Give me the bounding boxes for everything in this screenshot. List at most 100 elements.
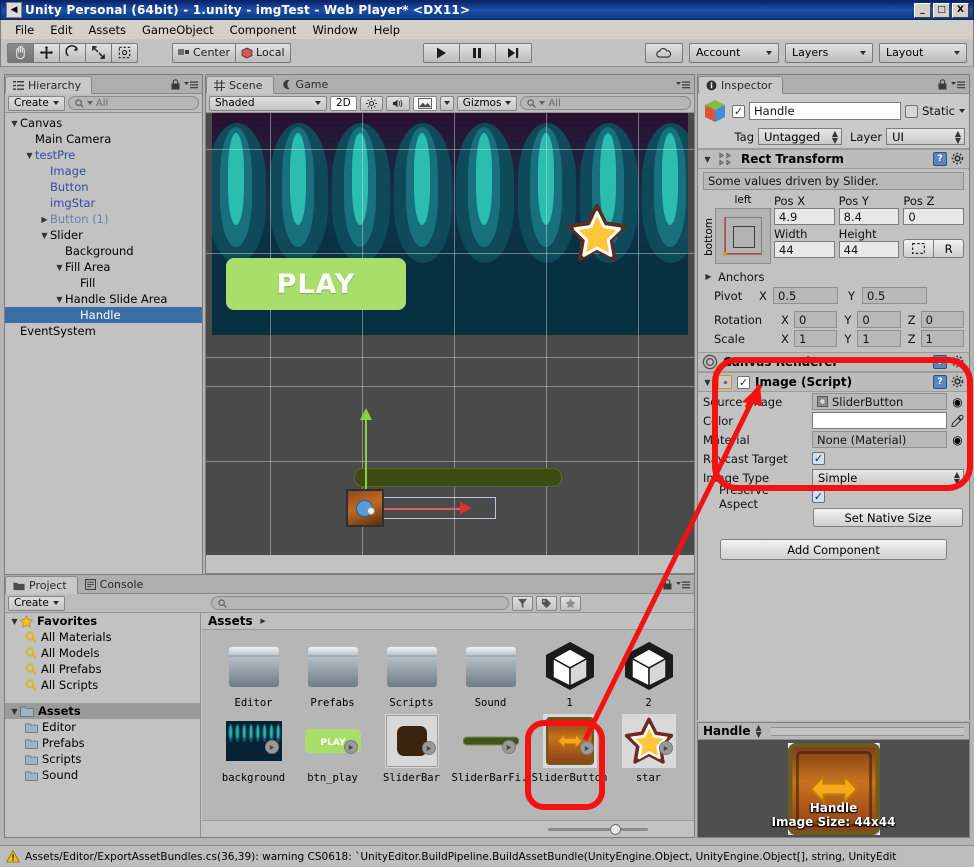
project-tree[interactable]: Favorites All Materials All Models All Pre… xyxy=(5,613,201,837)
source-image-field[interactable]: SliderButton xyxy=(812,393,947,410)
toggle-2d-button[interactable]: 2D xyxy=(330,95,357,111)
assets-root-row[interactable]: Assets xyxy=(5,703,200,719)
layout-dropdown[interactable]: Layout xyxy=(879,42,967,63)
preview-body[interactable]: Handle Image Size: 44x44 xyxy=(698,740,969,837)
project-folder-editor[interactable]: Editor xyxy=(5,719,200,735)
pause-button[interactable] xyxy=(458,42,496,63)
image-script-header[interactable]: ✓ Image (Script) ? xyxy=(698,372,969,392)
filter-label-button[interactable] xyxy=(535,595,557,611)
layer-dropdown[interactable]: UI ▲ ▼ xyxy=(886,128,965,145)
pivot-mode-button[interactable]: Center xyxy=(172,42,237,63)
pivot-x-input[interactable]: 0.5 xyxy=(773,287,838,304)
object-picker-icon[interactable]: ◉ xyxy=(951,395,964,409)
gizmos-dropdown[interactable]: Gizmos xyxy=(456,95,518,111)
hierarchy-item-background[interactable]: Background xyxy=(5,243,202,259)
preview-grip[interactable] xyxy=(770,726,964,736)
hierarchy-item-canvas[interactable]: Canvas xyxy=(5,115,202,131)
minimize-button[interactable]: _ xyxy=(914,2,931,18)
scale-x-input[interactable]: 1 xyxy=(794,330,838,347)
gear-icon[interactable] xyxy=(951,152,965,166)
preserve-aspect-checkbox[interactable]: ✓ xyxy=(812,490,825,503)
project-folder-scripts[interactable]: Scripts xyxy=(5,751,200,767)
rotation-z-input[interactable]: 0 xyxy=(920,311,964,328)
color-swatch[interactable] xyxy=(812,412,947,429)
favorite-button[interactable] xyxy=(559,595,581,611)
thumbnail-size-slider[interactable] xyxy=(202,820,694,837)
tab-game[interactable]: Game xyxy=(274,75,339,93)
move-gizmo-y-axis[interactable] xyxy=(360,408,372,491)
static-checkbox[interactable] xyxy=(905,104,919,118)
foldout-arrow-icon[interactable] xyxy=(54,263,65,272)
scene-audio-toggle[interactable] xyxy=(385,95,410,111)
tab-inspector[interactable]: Inspector xyxy=(698,76,784,94)
asset-preview-button[interactable] xyxy=(421,741,436,755)
rotation-x-input[interactable]: 0 xyxy=(794,311,838,328)
scale-y-input[interactable]: 1 xyxy=(857,330,901,347)
eyedropper-icon[interactable] xyxy=(951,414,964,428)
tab-scene[interactable]: Scene xyxy=(206,76,274,94)
image-type-dropdown[interactable]: Simple ▲ ▼ xyxy=(812,469,964,486)
assets-folder-list[interactable]: Editor Prefabs Scripts Sound xyxy=(5,719,200,783)
asset-item-background[interactable]: background xyxy=(214,713,293,784)
raycast-target-checkbox[interactable]: ✓ xyxy=(812,452,825,465)
rect-tool-icon[interactable] xyxy=(111,42,138,63)
help-icon[interactable]: ? xyxy=(933,152,947,166)
project-content[interactable]: Assets Editor Prefabs Scripts Sound 1 2 backgr… xyxy=(202,613,694,837)
pivot-y-input[interactable]: 0.5 xyxy=(862,287,927,304)
tab-hierarchy[interactable]: Hierarchy xyxy=(5,76,93,94)
asset-preview-button[interactable] xyxy=(264,740,279,754)
hierarchy-item-imgstar[interactable]: imgStar xyxy=(5,195,202,211)
menu-item-file[interactable]: File xyxy=(7,22,42,38)
asset-item-sliderbutton[interactable]: SliderButton xyxy=(530,713,609,784)
scene-slider-bar[interactable] xyxy=(354,468,562,487)
project-folder-sound[interactable]: Sound xyxy=(5,767,200,783)
asset-preview-button[interactable] xyxy=(579,741,594,755)
rotation-y-input[interactable]: 0 xyxy=(857,311,901,328)
tab-project[interactable]: Project xyxy=(5,576,78,594)
menu-item-window[interactable]: Window xyxy=(304,22,365,38)
anchor-preset-widget[interactable] xyxy=(715,208,771,264)
blueprint-mode-button[interactable] xyxy=(903,239,935,258)
pivot-rotation-button[interactable]: Local xyxy=(235,42,291,63)
hierarchy-item-fill-area[interactable]: Fill Area xyxy=(5,259,202,275)
help-icon[interactable]: ? xyxy=(933,375,947,389)
hierarchy-item-handle-slide-area[interactable]: Handle Slide Area xyxy=(5,291,202,307)
rotate-tool-icon[interactable] xyxy=(59,42,86,63)
material-field[interactable]: None (Material) xyxy=(812,431,947,448)
hierarchy-search-input[interactable]: All xyxy=(67,96,199,110)
hierarchy-create-button[interactable]: Create xyxy=(8,95,65,111)
anchors-foldout-icon[interactable] xyxy=(703,272,714,281)
image-enabled-checkbox[interactable]: ✓ xyxy=(737,375,750,389)
asset-grid[interactable]: Editor Prefabs Scripts Sound 1 2 background PLA… xyxy=(202,630,694,788)
gear-icon[interactable] xyxy=(951,375,965,389)
project-create-button[interactable]: Create xyxy=(8,595,65,611)
hierarchy-item-slider[interactable]: Slider xyxy=(5,227,202,243)
pos-x-input[interactable]: 4.9 xyxy=(774,208,835,225)
maximize-button[interactable]: □ xyxy=(933,2,950,18)
account-dropdown[interactable]: Account xyxy=(689,42,779,63)
hierarchy-item-button-1[interactable]: Button (1) xyxy=(5,211,202,227)
set-native-size-button[interactable]: Set Native Size xyxy=(813,508,963,527)
asset-item-2[interactable]: 2 xyxy=(609,638,688,709)
tab-console[interactable]: Console xyxy=(78,575,154,593)
menu-item-component[interactable]: Component xyxy=(222,22,305,38)
canvas-renderer-header[interactable]: Canvas Renderer ? xyxy=(698,352,969,372)
object-name-input[interactable]: Handle xyxy=(749,102,902,120)
asset-item-editor[interactable]: Editor xyxy=(214,638,293,709)
status-bar[interactable]: Assets/Editor/ExportAssetBundles.cs(36,3… xyxy=(0,845,974,867)
scene-lighting-toggle[interactable] xyxy=(359,95,383,111)
asset-preview-button[interactable] xyxy=(343,740,358,754)
menu-item-help[interactable]: Help xyxy=(366,22,408,38)
tag-dropdown[interactable]: Untagged ▲ ▼ xyxy=(758,128,842,145)
hierarchy-item-main-camera[interactable]: Main Camera xyxy=(5,131,202,147)
asset-item-scripts[interactable]: Scripts xyxy=(372,638,451,709)
step-button[interactable] xyxy=(494,42,532,63)
object-enabled-checkbox[interactable]: ✓ xyxy=(732,104,745,118)
pos-z-input[interactable]: 0 xyxy=(903,208,965,225)
raw-edit-button[interactable]: R xyxy=(934,239,965,258)
object-picker-icon[interactable]: ◉ xyxy=(951,433,964,447)
menu-item-assets[interactable]: Assets xyxy=(81,22,134,38)
move-tool-icon[interactable] xyxy=(33,42,60,63)
foldout-arrow-icon[interactable] xyxy=(39,231,50,240)
pos-y-input[interactable]: 8.4 xyxy=(838,208,900,225)
